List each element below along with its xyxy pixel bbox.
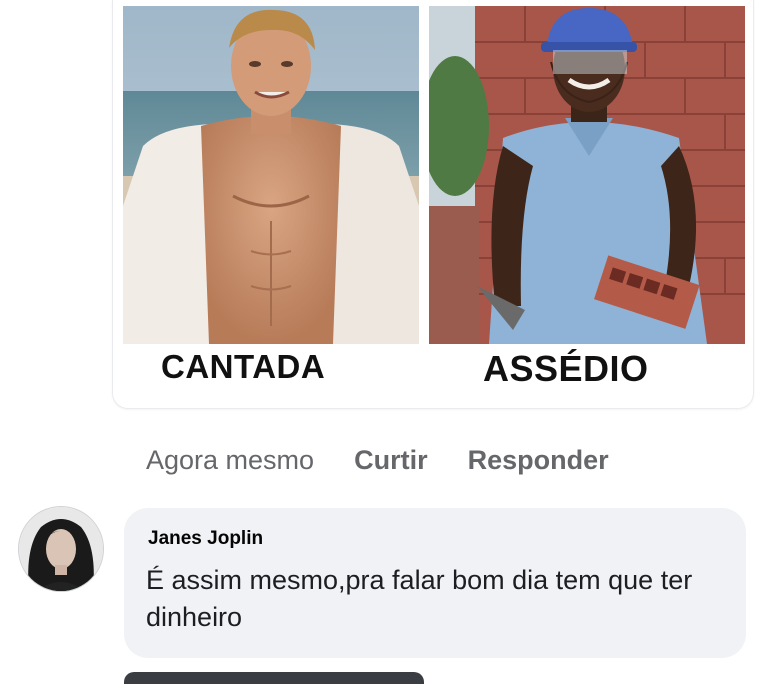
construction-worker-photo xyxy=(429,6,745,344)
comment-bubble: Janes Joplin É assim mesmo,pra falar bom… xyxy=(124,508,746,658)
comment-action-row: Agora mesmo Curtir Responder xyxy=(146,440,609,480)
next-comment-edge xyxy=(124,672,424,684)
right-caption: ASSÉDIO xyxy=(483,348,649,389)
comment-thread: CANTADA ASSÉDIO Agora mesmo Curtir Respo… xyxy=(0,0,768,684)
shirtless-man-photo xyxy=(123,6,419,344)
like-button[interactable]: Curtir xyxy=(354,445,428,476)
avatar[interactable] xyxy=(18,506,104,592)
reply-button[interactable]: Responder xyxy=(468,445,609,476)
meme-image-card[interactable]: CANTADA ASSÉDIO xyxy=(112,0,754,409)
comment-text: É assim mesmo,pra falar bom dia tem que … xyxy=(146,565,693,632)
comment-author[interactable]: Janes Joplin xyxy=(148,528,263,550)
left-caption: CANTADA xyxy=(161,348,326,385)
timestamp[interactable]: Agora mesmo xyxy=(146,445,314,476)
